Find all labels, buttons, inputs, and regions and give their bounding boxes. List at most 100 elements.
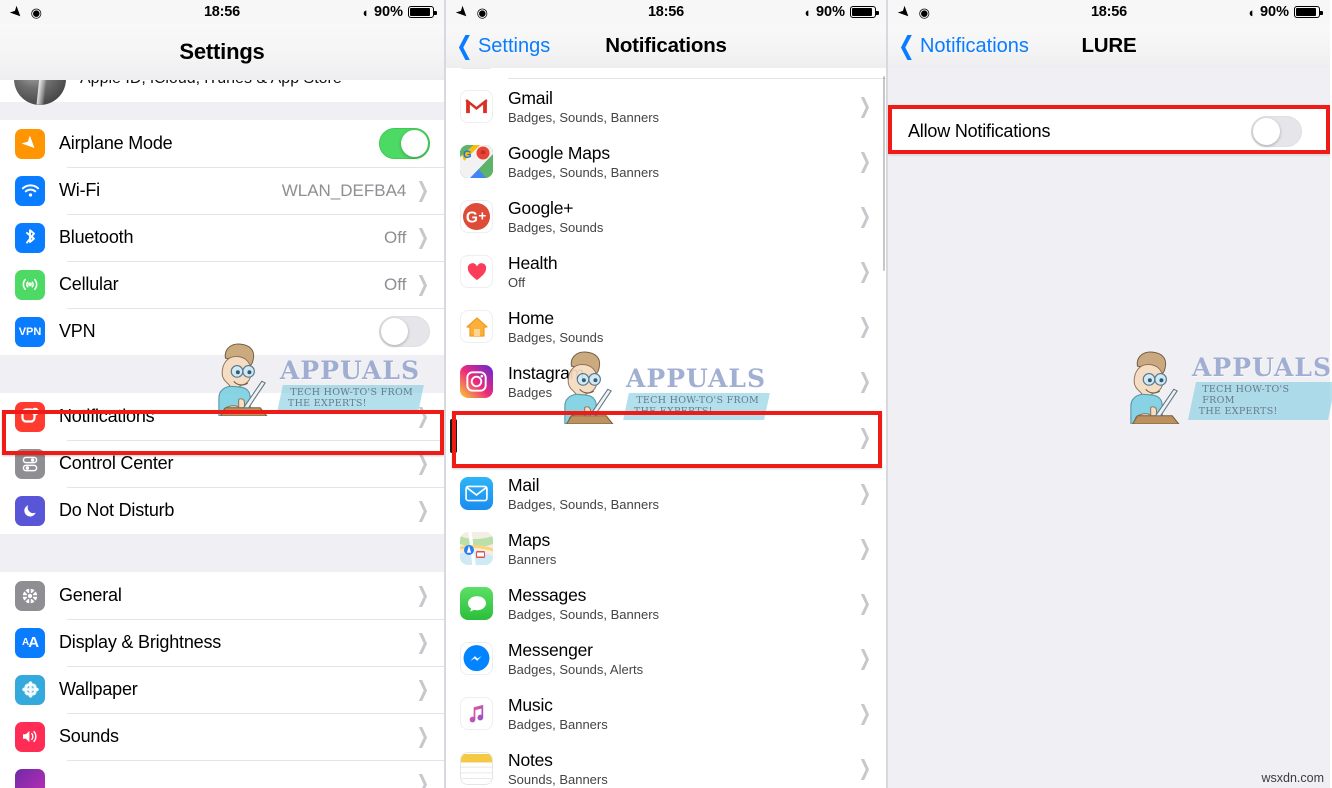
- wifi-icon: [15, 175, 45, 206]
- notifications-app-row[interactable]: Mail Badges, Sounds, Banners ❯: [446, 466, 886, 521]
- app-notification-types: Badges, Sounds, Banners: [508, 497, 660, 512]
- app-notification-types: Badges, Sounds, Banners: [508, 165, 660, 180]
- app-name: Mail: [508, 475, 540, 495]
- notifications-app-row[interactable]: Music Badges, Banners ❯: [446, 686, 886, 741]
- navigation-bar-2: ❮ Settings Notifications: [446, 24, 886, 68]
- app-notification-types: Badges: [508, 385, 553, 400]
- back-button-settings[interactable]: ❮ Settings: [454, 31, 551, 60]
- sounds-icon: [15, 721, 45, 752]
- battery-icon: [407, 6, 437, 18]
- settings-row-display-brightness[interactable]: AA Display & Brightness ❯: [0, 619, 444, 666]
- notifications-app-row-lure[interactable]: ❯: [446, 409, 886, 466]
- settings-row-general[interactable]: General ❯: [0, 572, 444, 619]
- settings-row-siri-search[interactable]: ❯: [0, 760, 444, 788]
- notifications-app-row[interactable]: Instagram Badges ❯: [446, 354, 886, 409]
- notifications-app-row[interactable]: G + Google+ Badges, Sounds ❯: [446, 189, 886, 244]
- app-notification-types: Off: [508, 275, 526, 290]
- gmail-icon: [460, 90, 493, 123]
- messages-icon: [460, 587, 493, 620]
- settings-row-label: Do Not Disturb: [59, 500, 175, 520]
- siri-search-icon: [15, 768, 45, 788]
- settings-group-connectivity: ➤ Airplane Mode Wi-Fi WLAN_DEFBA4 ❯ Blue…: [0, 120, 444, 355]
- vpn-toggle[interactable]: [379, 316, 430, 347]
- navigation-bar-3: ❮ Notifications LURE: [888, 24, 1330, 68]
- settings-row-do-not-disturb[interactable]: Do Not Disturb ❯: [0, 487, 444, 534]
- settings-row-control-center[interactable]: Control Center ❯: [0, 440, 444, 487]
- chevron-right-icon: ❯: [416, 584, 430, 607]
- settings-row-notifications[interactable]: Notifications ❯: [0, 393, 444, 440]
- notifications-app-row[interactable]: Gmail Badges, Sounds, Banners ❯: [446, 79, 886, 134]
- svg-text:+: +: [478, 208, 486, 223]
- notifications-app-row[interactable]: Notes Sounds, Banners ❯: [446, 741, 886, 788]
- notifications-app-row[interactable]: Home Badges, Sounds ❯: [446, 299, 886, 354]
- notifications-app-row[interactable]: Messages Badges, Sounds, Banners ❯: [446, 576, 886, 631]
- airplane-icon: ➤: [15, 128, 45, 159]
- bluetooth-icon: [15, 222, 45, 253]
- gear-icon: [15, 580, 45, 611]
- chevron-right-icon: ❯: [416, 452, 430, 475]
- group-gap: [0, 355, 444, 393]
- navigation-bar-1: Settings: [0, 24, 444, 80]
- chevron-right-icon: ❯: [858, 592, 872, 615]
- settings-row-airplane-mode[interactable]: ➤ Airplane Mode: [0, 120, 444, 167]
- cellular-state-value: Off: [384, 274, 407, 294]
- settings-row-label: Wi-Fi: [59, 180, 100, 200]
- do-not-disturb-icon: [15, 495, 45, 526]
- app-name: Maps: [508, 530, 550, 550]
- status-bar-3: ➤ ◉ 18:56 ◖ 90%: [888, 0, 1330, 24]
- chevron-right-icon: ❯: [416, 631, 430, 654]
- svg-text:G: G: [466, 209, 478, 226]
- status-bar-2: ➤ ◉ 18:56 ◖ 90%: [446, 0, 886, 24]
- notifications-app-row[interactable]: Messenger Badges, Sounds, Alerts ❯: [446, 631, 886, 686]
- notifications-screen: ➤ ◉ 18:56 ◖ 90% Gmail Badges, Sounds, Ba…: [446, 0, 888, 788]
- group-gap: [0, 102, 444, 120]
- settings-row-label: Wallpaper: [59, 679, 138, 699]
- app-notification-types: Badges, Sounds, Banners: [508, 607, 660, 622]
- app-name: Health: [508, 253, 558, 273]
- health-icon: [460, 255, 493, 288]
- chevron-right-icon: ❯: [416, 725, 430, 748]
- chevron-right-icon: ❯: [858, 647, 872, 670]
- settings-row-cellular[interactable]: Cellular Off ❯: [0, 261, 444, 308]
- allow-notifications-row[interactable]: Allow Notifications: [888, 108, 1330, 155]
- app-notification-types: Badges, Sounds: [508, 220, 604, 235]
- chevron-left-icon: ❮: [456, 31, 473, 60]
- allow-notifications-toggle[interactable]: [1251, 116, 1302, 147]
- settings-screen: ➤ ◉ 18:56 ◖ 90% Apple ID, iCloud, iTunes…: [0, 0, 446, 788]
- settings-content: Apple ID, iCloud, iTunes & App Store ➤ A…: [0, 0, 444, 788]
- chevron-right-icon: ❯: [858, 260, 872, 283]
- battery-icon: [849, 6, 879, 18]
- group-gap: [0, 534, 444, 572]
- settings-row-wifi[interactable]: Wi-Fi WLAN_DEFBA4 ❯: [0, 167, 444, 214]
- wifi-icon: ◉: [30, 4, 42, 20]
- settings-row-bluetooth[interactable]: Bluetooth Off ❯: [0, 214, 444, 261]
- app-name: Messages: [508, 585, 587, 605]
- notifications-app-row[interactable]: Maps Banners ❯: [446, 521, 886, 576]
- airplane-mode-toggle[interactable]: [379, 128, 430, 159]
- wifi-icon: ◉: [918, 4, 930, 20]
- notifications-app-row[interactable]: Health Off ❯: [446, 244, 886, 299]
- notifications-list: Gmail Badges, Sounds, Banners ❯ G Google…: [446, 0, 886, 788]
- battery-percent: 90%: [815, 4, 845, 20]
- settings-row-sounds[interactable]: Sounds ❯: [0, 713, 444, 760]
- rotation-lock-icon: ◖: [803, 4, 811, 20]
- chevron-right-icon: ❯: [858, 426, 872, 449]
- wifi-network-value: WLAN_DEFBA4: [281, 180, 407, 200]
- airplane-icon: ➤: [451, 1, 473, 23]
- scroll-indicator[interactable]: [882, 76, 885, 271]
- notifications-app-row[interactable]: G Google Maps Badges, Sounds, Banners ❯: [446, 134, 886, 189]
- bluetooth-state-value: Off: [384, 227, 407, 247]
- back-button-label: Settings: [477, 34, 551, 57]
- app-name: Gmail: [508, 88, 553, 108]
- status-time: 18:56: [203, 4, 241, 20]
- svg-text:G: G: [463, 149, 472, 161]
- lure-icon: [450, 419, 457, 453]
- back-button-notifications[interactable]: ❮ Notifications: [896, 33, 1029, 59]
- settings-group-notifications: Notifications ❯ Control Center ❯ Do Not …: [0, 393, 444, 534]
- settings-row-label: Display & Brightness: [59, 632, 222, 652]
- app-name: Notes: [508, 750, 553, 770]
- app-notification-types: Badges, Sounds, Banners: [508, 110, 660, 125]
- settings-row-wallpaper[interactable]: Wallpaper ❯: [0, 666, 444, 713]
- chevron-right-icon: ❯: [858, 205, 872, 228]
- settings-row-vpn[interactable]: VPN VPN: [0, 308, 444, 355]
